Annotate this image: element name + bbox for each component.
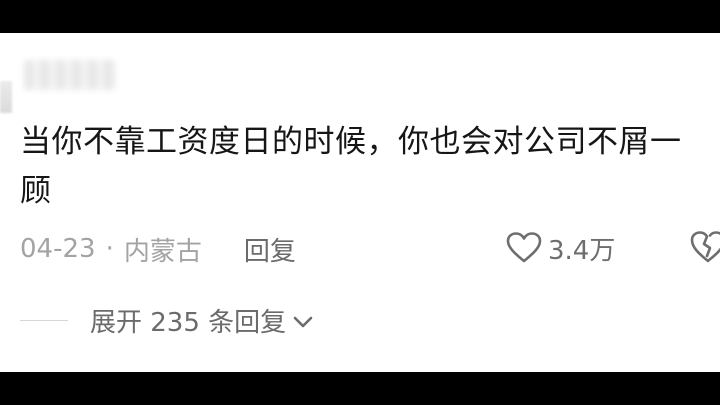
comment-location: 内蒙古 [123,236,202,267]
comment-card: 当你不靠工资度日的时候，你也会对公司不屑一顾 04-23 · 内蒙古 回复 3.… [0,33,720,372]
dislike-button[interactable] [688,230,720,266]
expand-replies-button[interactable]: 展开 235 条回复 [20,302,314,338]
heart-outline-icon [506,232,542,263]
broken-heart-icon [690,231,720,263]
expand-replies-label: 展开 235 条回复 [90,307,287,338]
avatar[interactable] [0,81,12,113]
comment-date: 04-23 [20,234,96,264]
like-button[interactable]: 3.4万 [506,230,615,266]
comment-text: 当你不靠工资度日的时候，你也会对公司不屑一顾 [20,124,682,209]
reply-button[interactable]: 回复 [244,231,296,268]
meta-separator: · [105,234,114,264]
like-count: 3.4万 [548,235,616,266]
comment-meta: 04-23 · 内蒙古 回复 [20,231,296,268]
chevron-down-icon [293,316,313,328]
expand-divider [20,319,68,321]
username-redacted[interactable] [24,60,116,90]
